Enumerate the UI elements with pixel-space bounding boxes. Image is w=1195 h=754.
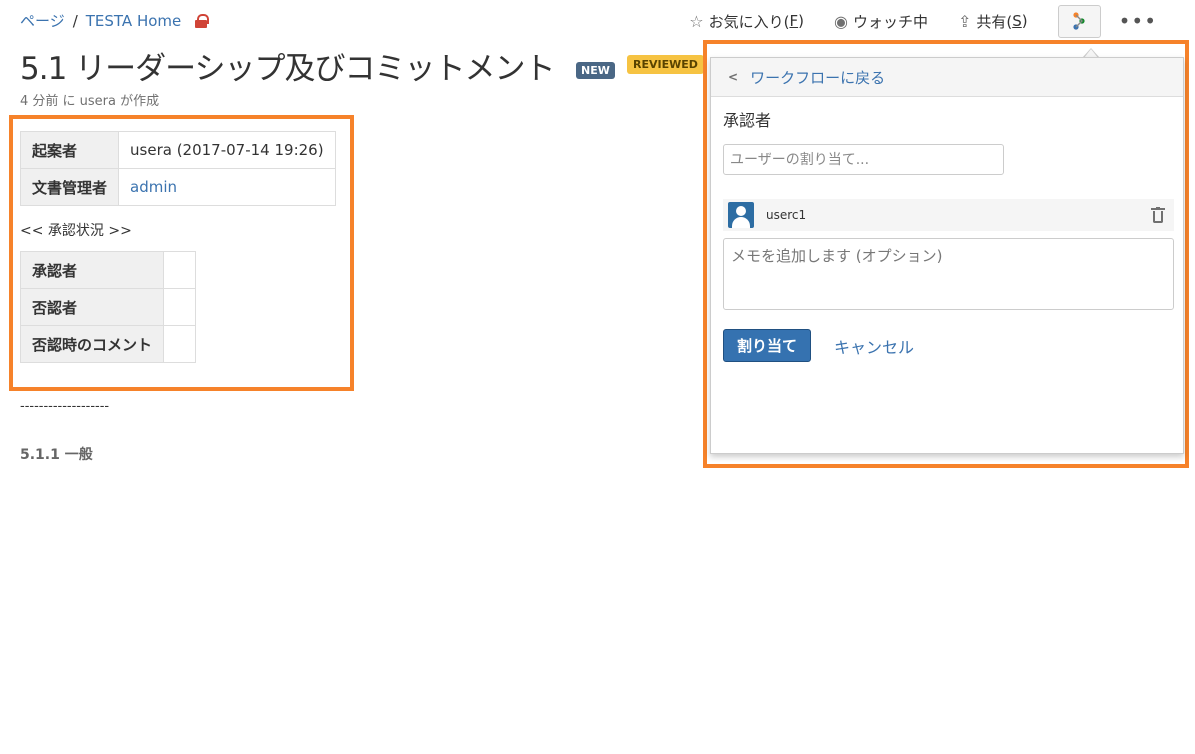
trash-icon[interactable] [1151, 207, 1165, 223]
approval-status-table: 承認者 否認者 否認時のコメント [19, 251, 197, 363]
breadcrumb-separator: / [72, 11, 78, 30]
document-info-table: 起案者 usera (2017-07-14 19:26) 文書管理者 admin [19, 131, 336, 206]
approver-heading: 承認者 [723, 111, 772, 130]
reviewed-badge: REVIEWED [627, 55, 704, 74]
approval-status-label: << 承認状況 >> [20, 223, 132, 239]
watch-button[interactable]: ◉ ウォッチ中 [834, 11, 928, 32]
user-avatar-icon [728, 202, 754, 228]
divider-text: ------------------- [20, 399, 110, 414]
more-actions-button[interactable]: ••• [1119, 9, 1157, 33]
page-title: 5.1 リーダーシップ及びコミットメント [20, 51, 556, 87]
favorite-label-end: ) [798, 12, 804, 30]
back-to-workflow-link[interactable]: ワークフローに戻る [750, 67, 885, 88]
workflow-assign-panel: < ワークフローに戻る 承認者 userc1 割り当て キャンセル [710, 57, 1184, 454]
assign-user-input[interactable] [723, 144, 1004, 175]
workflow-button[interactable] [1057, 4, 1101, 38]
table-row: 否認時のコメント [19, 325, 197, 363]
page-actions: ☆ お気に入り(F) ◉ ウォッチ中 ⇪ 共有(S) ••• [689, 4, 1195, 38]
assigned-user-row: userc1 [723, 199, 1174, 231]
info-label-manager: 文書管理者 [19, 168, 120, 206]
chevron-left-icon: < [728, 70, 739, 84]
new-badge: NEW [576, 62, 615, 79]
share-accesskey: S [1012, 12, 1022, 30]
section-heading: 5.1.1 一般 [20, 447, 93, 463]
breadcrumb: ページ / TESTA Home [20, 10, 210, 31]
table-row: 否認者 [19, 288, 197, 326]
share-label: 共有( [976, 12, 1013, 31]
table-row: 承認者 [19, 251, 197, 289]
favorite-label: お気に入り( [708, 12, 790, 31]
favorite-button[interactable]: ☆ お気に入り(F) [689, 11, 804, 32]
eye-icon: ◉ [833, 11, 848, 31]
approval-value-comment [163, 325, 197, 363]
star-icon: ☆ [689, 11, 704, 31]
share-icon: ⇪ [957, 11, 972, 31]
info-value-manager-cell: admin [118, 168, 336, 206]
share-label-end: ) [1021, 12, 1028, 30]
breadcrumb-space[interactable]: TESTA Home [86, 12, 182, 30]
note-textarea[interactable] [723, 238, 1174, 310]
favorite-accesskey: F [789, 12, 799, 30]
lock-icon[interactable] [195, 13, 210, 28]
cancel-link[interactable]: キャンセル [834, 334, 914, 358]
table-row: 起案者 usera (2017-07-14 19:26) [19, 131, 336, 169]
approval-value-rejecter [163, 288, 197, 326]
breadcrumb-pages[interactable]: ページ [20, 10, 65, 31]
workflow-icon [1073, 12, 1085, 30]
info-value-drafter: usera (2017-07-14 19:26) [118, 131, 336, 169]
assign-button[interactable]: 割り当て [723, 329, 811, 362]
watch-label: ウォッチ中 [852, 12, 928, 31]
approval-label-rejecter: 否認者 [19, 288, 165, 326]
assigned-user-name: userc1 [766, 208, 807, 222]
manager-link[interactable]: admin [130, 178, 177, 196]
panel-header: < ワークフローに戻る [711, 58, 1183, 97]
approval-label-comment: 否認時のコメント [19, 325, 165, 363]
approval-value-approver [163, 251, 197, 289]
approval-label-approver: 承認者 [19, 251, 165, 289]
table-row: 文書管理者 admin [19, 168, 336, 206]
share-button[interactable]: ⇪ 共有(S) [958, 11, 1028, 32]
info-label-drafter: 起案者 [19, 131, 120, 169]
page-meta: 4 分前 に usera が作成 [20, 94, 160, 109]
